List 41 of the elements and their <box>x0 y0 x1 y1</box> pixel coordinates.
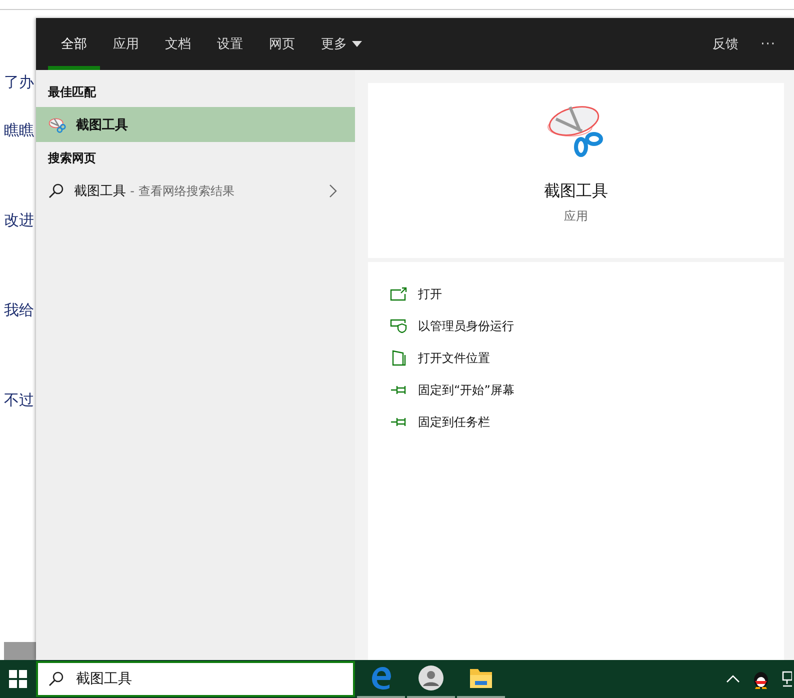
app-title: 截图工具 <box>544 181 608 202</box>
penguin-icon[interactable] <box>752 669 770 689</box>
action-item[interactable]: 固定到任务栏 <box>390 406 490 438</box>
result-item[interactable]: 截图工具 <box>36 107 355 142</box>
open-icon <box>390 287 408 301</box>
filter-tab[interactable]: 网页 <box>256 18 308 70</box>
search-icon <box>48 182 64 198</box>
pin-icon <box>390 384 408 396</box>
page-block <box>4 642 36 660</box>
edge-icon <box>369 666 393 690</box>
result-item[interactable]: 截图工具 - 查看网络搜索结果 <box>36 173 355 208</box>
filter-tab[interactable]: 文档 <box>152 18 204 70</box>
section-heading: 搜索网页 <box>46 150 97 167</box>
windows-icon <box>9 670 27 688</box>
network-icon[interactable] <box>782 670 792 688</box>
folder-icon <box>469 667 493 689</box>
filter-tab[interactable]: 应用 <box>100 18 152 70</box>
feedback-button[interactable]: 反馈 <box>700 18 751 70</box>
filter-tab[interactable]: 设置 <box>204 18 256 70</box>
article-text: 不过 <box>4 390 34 410</box>
avatar-icon <box>418 665 444 691</box>
article-text: 改进 <box>4 210 34 230</box>
article-text: 瞧瞧 <box>4 120 34 140</box>
action-item[interactable]: 以管理员身份运行 <box>390 310 514 342</box>
app-type: 应用 <box>564 208 588 225</box>
folder-icon <box>390 350 408 366</box>
pin-icon <box>390 416 408 428</box>
caret-icon <box>352 41 362 47</box>
taskbar-search-field[interactable]: 截图工具 <box>36 661 355 697</box>
article-text: 了办 <box>4 72 34 92</box>
chevron-up-icon[interactable] <box>726 675 740 683</box>
article-text: 我给 <box>4 300 34 320</box>
chevron-icon <box>329 184 337 198</box>
action-item[interactable]: 打开文件位置 <box>390 342 490 374</box>
section-heading: 最佳匹配 <box>47 84 97 101</box>
action-item[interactable]: 固定到“开始”屏幕 <box>390 374 514 406</box>
action-item[interactable]: 打开 <box>390 278 442 310</box>
filter-tab[interactable]: 更多 <box>308 18 375 70</box>
scissors-icon <box>48 116 66 134</box>
more-button[interactable]: ··· <box>750 18 794 70</box>
shield-icon <box>390 319 408 333</box>
